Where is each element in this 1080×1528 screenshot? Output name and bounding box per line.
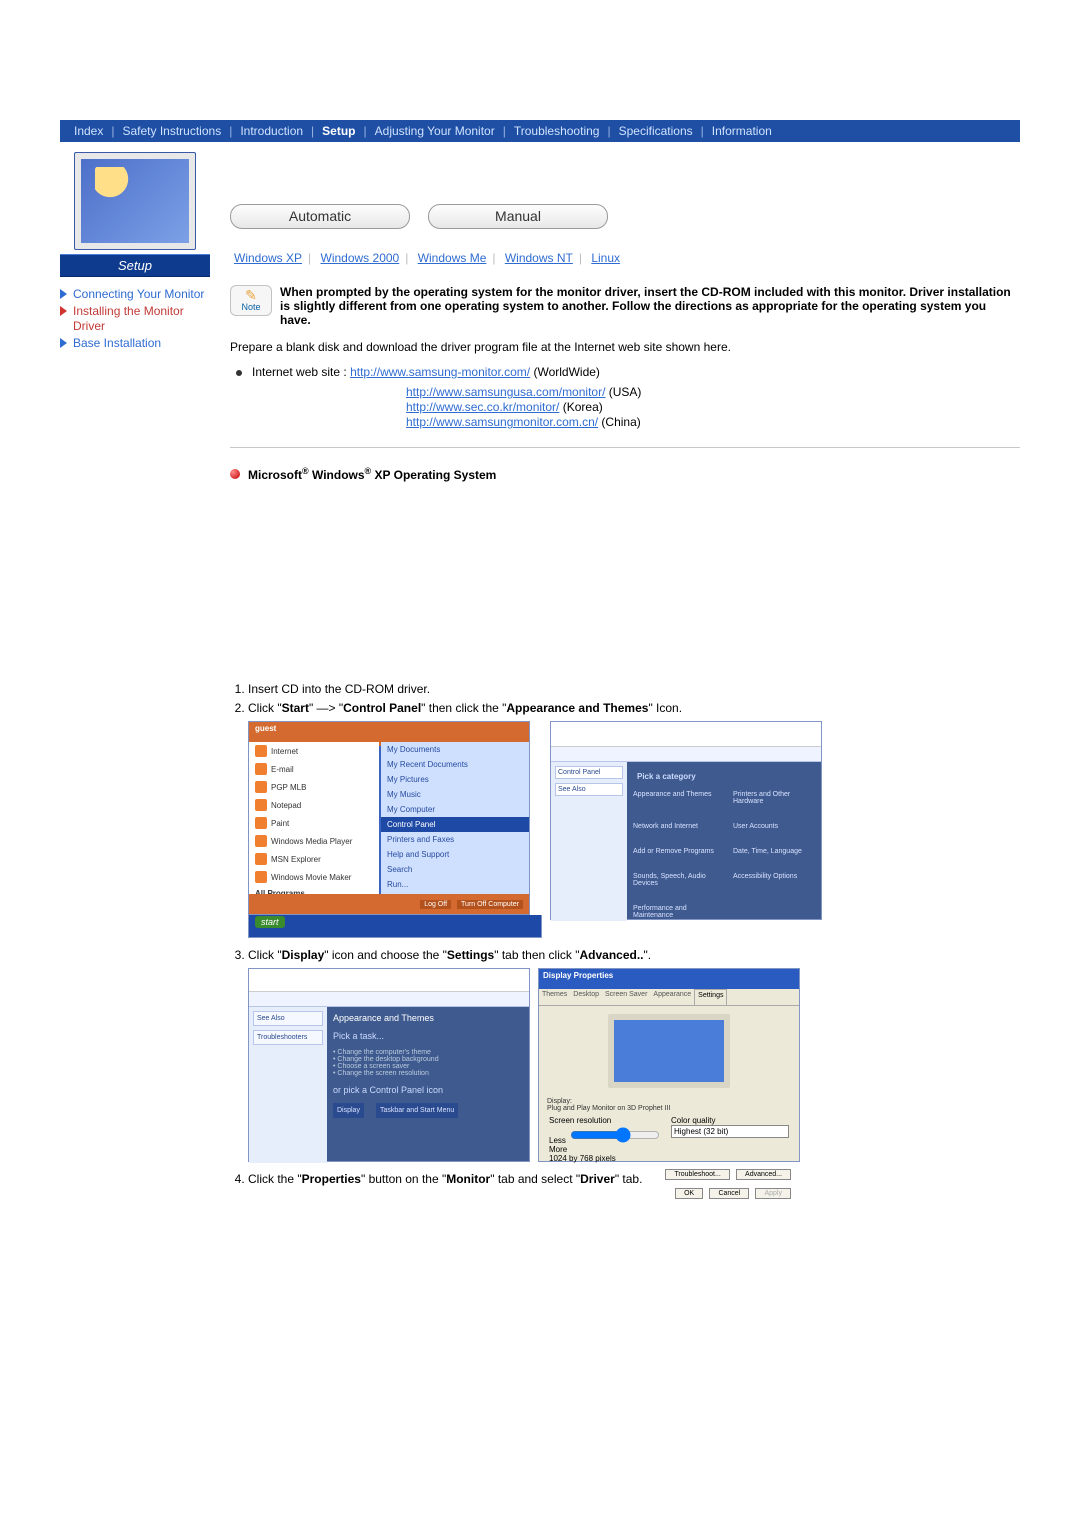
screenshot-display-properties: Display Properties Themes Desktop Screen… — [538, 968, 800, 1162]
note-block: Note When prompted by the operating syst… — [230, 285, 1020, 327]
red-dot-icon — [230, 469, 240, 479]
mode-tabs: Automatic Manual — [230, 204, 1020, 229]
install-steps: Insert CD into the CD-ROM driver. Click … — [248, 682, 1020, 1186]
top-nav: Index| Safety Instructions| Introduction… — [60, 120, 1020, 142]
os-heading: Microsoft® Windows® XP Operating System — [230, 466, 1020, 482]
nav-index[interactable]: Index — [66, 124, 111, 138]
site-sublinks: http://www.samsungusa.com/monitor/ (USA)… — [406, 385, 1020, 429]
site-link-worldwide[interactable]: http://www.samsung-monitor.com/ — [350, 365, 530, 379]
setup-heading: Setup — [60, 254, 210, 277]
screenshot-appearance-themes: See Also Troubleshooters Appearance and … — [248, 968, 530, 1162]
nav-safety[interactable]: Safety Instructions — [114, 124, 229, 138]
os-link-linux[interactable]: Linux — [591, 251, 620, 265]
site-link-korea[interactable]: http://www.sec.co.kr/monitor/ — [406, 400, 559, 414]
site-lead: Internet web site : http://www.samsung-m… — [252, 365, 600, 379]
screenshot-control-panel: Control Panel See Also Pick a category A… — [550, 721, 822, 920]
triangle-icon — [60, 306, 67, 316]
sidebar-item-label: Installing the Monitor Driver — [73, 304, 210, 335]
nav-specs[interactable]: Specifications — [611, 124, 701, 138]
nav-setup[interactable]: Setup — [314, 124, 363, 138]
internet-site-row: Internet web site : http://www.samsung-m… — [230, 365, 1020, 379]
os-heading-text: Microsoft® Windows® XP Operating System — [248, 466, 496, 482]
site-region: (WorldWide) — [530, 365, 600, 379]
site-link-china[interactable]: http://www.samsungmonitor.com.cn/ — [406, 415, 598, 429]
nav-trouble[interactable]: Troubleshooting — [506, 124, 608, 138]
os-link-2000[interactable]: Windows 2000 — [321, 251, 400, 265]
nav-info[interactable]: Information — [704, 124, 780, 138]
site-region: (USA) — [605, 385, 641, 399]
divider — [230, 447, 1020, 448]
site-region: (Korea) — [559, 400, 602, 414]
note-icon: Note — [230, 285, 272, 316]
monitor-thumbnail — [74, 152, 196, 250]
triangle-icon — [60, 338, 67, 348]
sidebar-item-installing[interactable]: Installing the Monitor Driver — [60, 304, 210, 335]
os-link-xp[interactable]: Windows XP — [234, 251, 302, 265]
site-lead-label: Internet web site : — [252, 365, 350, 379]
taskbar-start: start — [248, 915, 542, 938]
tab-manual[interactable]: Manual — [428, 204, 608, 229]
sidebar-item-connecting[interactable]: Connecting Your Monitor — [60, 287, 210, 303]
triangle-icon — [60, 289, 67, 299]
nav-adjust[interactable]: Adjusting Your Monitor — [367, 124, 503, 138]
main-content: Automatic Manual Windows XP| Windows 200… — [220, 148, 1020, 1191]
os-link-nt[interactable]: Windows NT — [505, 251, 573, 265]
os-links: Windows XP| Windows 2000| Windows Me| Wi… — [230, 251, 1020, 265]
sidebar: Setup Connecting Your Monitor Installing… — [60, 148, 220, 1191]
step-1: Insert CD into the CD-ROM driver. — [248, 682, 1020, 696]
site-link-usa[interactable]: http://www.samsungusa.com/monitor/ — [406, 385, 605, 399]
step-4: Click the "Properties" button on the "Mo… — [248, 1172, 1020, 1186]
bullet-icon — [236, 370, 242, 376]
step-3: Click "Display" icon and choose the "Set… — [248, 948, 1020, 1162]
nav-intro[interactable]: Introduction — [232, 124, 311, 138]
note-text: When prompted by the operating system fo… — [280, 285, 1020, 327]
screenshot-start-menu: guest Internet E-mail PGP MLB Notepad Pa… — [248, 721, 530, 915]
tab-automatic[interactable]: Automatic — [230, 204, 410, 229]
step-2: Click "Start" —> "Control Panel" then cl… — [248, 701, 1020, 938]
site-region: (China) — [598, 415, 641, 429]
os-link-me[interactable]: Windows Me — [418, 251, 487, 265]
sidebar-item-label: Connecting Your Monitor — [73, 287, 204, 303]
sidebar-item-label: Base Installation — [73, 336, 161, 352]
prepare-text: Prepare a blank disk and download the dr… — [230, 339, 1020, 355]
resolution-slider — [570, 1127, 660, 1143]
sidebar-item-base[interactable]: Base Installation — [60, 336, 210, 352]
